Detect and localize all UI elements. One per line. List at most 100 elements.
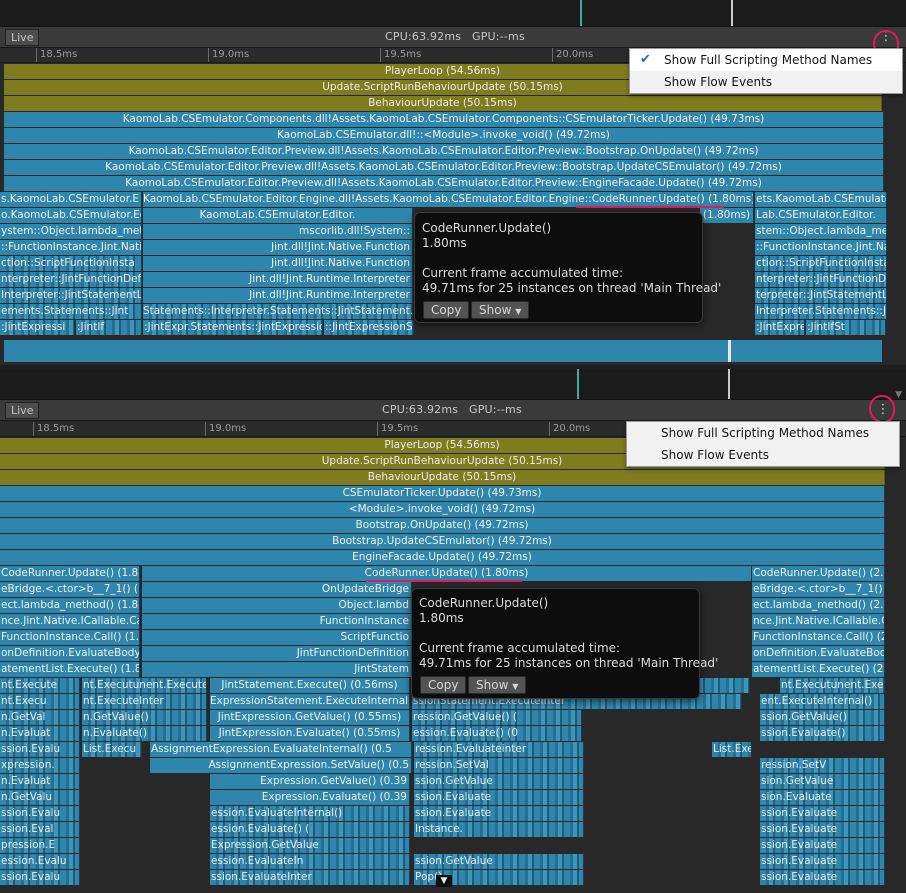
- sample-bar[interactable]: ssion.EvaluateInter: [210, 870, 410, 885]
- sample-bar[interactable]: JintExpression.Evaluate() (0.55ms): [210, 726, 410, 741]
- copy-button[interactable]: Copy: [420, 676, 467, 694]
- sample-bar[interactable]: ession.EvaluateIn: [210, 854, 410, 869]
- sample-bar[interactable]: nt.Execu: [0, 694, 80, 709]
- sample-bar[interactable]: :JintExpressi: [755, 320, 805, 335]
- sample-bar[interactable]: onDefinition.EvaluateBody(: [0, 646, 140, 661]
- sample-bar[interactable]: Jint.dll!Jint.Native.Function: [143, 240, 413, 255]
- sample-bar[interactable]: ssion.Evalu: [0, 870, 80, 885]
- sample-bar[interactable]: sion.Evaluate: [760, 790, 885, 805]
- sample-bar[interactable]: FunctionInstance.Call() (2.1: [752, 630, 885, 645]
- sample-bar[interactable]: nterpreter::JintFunctionDefinition: [0, 272, 142, 287]
- sample-bar[interactable]: Interpreter::JintStatementLi: [0, 288, 142, 303]
- sample-bar[interactable]: ements.Statements::Jint: [0, 304, 142, 319]
- sample-bar[interactable]: (1.80ms): [700, 208, 754, 223]
- sample-bar[interactable]: nce.Jint.Native.ICallable.Ca: [752, 614, 885, 629]
- sample-bar[interactable]: KaomoLab.CSEmulator.Editor.Preview.dll!A…: [4, 176, 884, 191]
- sample-bar[interactable]: AssignmentExpression.EvaluateInternal() …: [150, 742, 412, 757]
- sample-bar[interactable]: ssion.Evaluate: [414, 806, 584, 821]
- sample-bar[interactable]: n.Evaluat: [0, 774, 80, 789]
- sample-bar[interactable]: ssion.GetValue: [414, 774, 584, 789]
- sample-bar[interactable]: ction::ScriptFunctionInsta: [755, 256, 887, 271]
- sample-bar[interactable]: Instance.: [414, 822, 584, 837]
- sample-bar[interactable]: xpression.: [0, 758, 80, 773]
- sample-bar[interactable]: JintExpression.GetValue() (0.55ms): [210, 710, 410, 725]
- sample-bar[interactable]: ression.GetValue() (: [412, 710, 582, 725]
- sample-bar[interactable]: ession.Evaluate() (0: [412, 726, 582, 741]
- live-button[interactable]: Live: [5, 402, 40, 419]
- sample-bar[interactable]: eBridge.<.ctor>b__7_1() (: [752, 582, 885, 597]
- sample-bar[interactable]: Expression.GetValue() (0.39: [210, 774, 410, 789]
- sample-bar[interactable]: ets.KaomoLab.CSEmulator.E: [755, 192, 887, 207]
- sample-bar[interactable]: nt.ExecuteInter: [82, 694, 207, 709]
- sample-bar[interactable]: stem::Object.lambda_meth: [755, 224, 887, 239]
- sample-bar[interactable]: pression.E: [0, 838, 80, 853]
- frame-graph[interactable]: [0, 369, 906, 400]
- sample-bar[interactable]: n.GetValue(): [82, 710, 207, 725]
- sample-bar[interactable]: eBridge.<.ctor>b__7_1() (: [0, 582, 140, 597]
- sample-bar[interactable]: :JintExpressi: [0, 320, 75, 335]
- sample-bar[interactable]: mscorlib.dll!System::: [143, 224, 413, 239]
- sample-bar[interactable]: ssion.Evaluate(): [760, 726, 885, 741]
- sample-bar[interactable]: ssion.Evalu: [0, 806, 80, 821]
- sample-bar[interactable]: ression.SetV: [760, 758, 885, 773]
- sample-bar[interactable]: JintStatem: [142, 662, 412, 677]
- sample-bar[interactable]: KaomoLab.CSEmulator.dll!::<Module>.invok…: [4, 128, 884, 143]
- sample-bar[interactable]: sion.GetValue: [760, 774, 885, 789]
- sample-bar[interactable]: CodeRunner.Update() (1.83m: [0, 566, 140, 581]
- sample-bar[interactable]: Bootstrap.OnUpdate() (49.72ms): [0, 518, 885, 533]
- sample-bar[interactable]: ssion.Evalu: [0, 742, 80, 757]
- sample-bar[interactable]: ::JintExpressionStatement: [324, 320, 414, 335]
- live-button[interactable]: Live: [5, 29, 40, 46]
- sample-bar[interactable]: onDefinition.EvaluateBody(: [752, 646, 885, 661]
- sample-bar[interactable]: KaomoLab.CSEmulator.Editor.Preview.dll!A…: [4, 160, 884, 175]
- sample-bar[interactable]: :JintIfSt: [806, 320, 886, 335]
- scroll-down-icon[interactable]: ▼: [895, 390, 902, 400]
- frame-graph[interactable]: [0, 0, 906, 27]
- sample-bar[interactable]: ssion.Evaluate: [760, 822, 885, 837]
- sample-bar[interactable]: ression.Evaluateinter: [414, 742, 584, 757]
- sample-bar[interactable]: Jint.dll!Jint.Native.Function: [143, 256, 413, 271]
- sample-bar[interactable]: List.Execu: [82, 742, 142, 757]
- sample-bar[interactable]: ect.lambda_method() (2.16: [752, 598, 885, 613]
- sample-bar[interactable]: atementList.Execute() (2.: [752, 662, 885, 677]
- sample-bar[interactable]: ScriptFunctio: [142, 630, 412, 645]
- sample-bar[interactable]: FunctionInstance: [142, 614, 412, 629]
- sample-bar[interactable]: Statements::Interpreter.Statements::Jint…: [143, 304, 413, 319]
- sample-bar[interactable]: n.Evaluat: [0, 726, 80, 741]
- sample-bar[interactable]: terpreter::JintStatementLis: [755, 288, 887, 303]
- sample-bar[interactable]: Interpreter.Statements::JintSt: [755, 304, 887, 319]
- sample-bar[interactable]: BehaviourUpdate (50.15ms): [4, 96, 882, 111]
- sample-bar[interactable]: ssion.GetValue(): [760, 710, 885, 725]
- sample-bar[interactable]: Jint.dll!Jint.Runtime.Interpreter: [143, 272, 413, 287]
- sample-bar[interactable]: ession.EvaluateInternal(): [210, 806, 410, 821]
- sample-bar[interactable]: nce.Jint.Native.ICallable.Ca: [0, 614, 140, 629]
- sample-bar[interactable]: CodeRunner.Update() (1.80ms): [142, 566, 752, 581]
- sample-bar[interactable]: Jint.dll!Jint.Runtime.Interpreter: [143, 288, 413, 303]
- sample-bar[interactable]: Expression.GetValue: [210, 838, 410, 853]
- sample-bar[interactable]: ssion.GetValue: [414, 854, 584, 869]
- sample-bar[interactable]: ::FunctionInstance.Jint.Nati: [755, 240, 887, 255]
- sample-bar[interactable]: BehaviourUpdate (50.15ms): [0, 470, 885, 485]
- sample-bar[interactable]: Lab.CSEmulator.Editor.: [755, 208, 887, 223]
- sample-bar[interactable]: ction::ScriptFunctionInsta: [0, 256, 142, 271]
- sample-bar[interactable]: nt.Executunent.Execute(): [82, 678, 207, 693]
- sample-bar[interactable]: FunctionInstance.Call() (1.8: [0, 630, 140, 645]
- sample-bar[interactable]: nt.Execute: [0, 678, 80, 693]
- sample-bar[interactable]: OnUpdateBridge: [142, 582, 412, 597]
- sample-bar[interactable]: ssion.Eval: [0, 822, 80, 837]
- sample-bar[interactable]: nt.Executunent.Execute(): [780, 678, 885, 693]
- sample-bar[interactable]: KaomoLab.CSEmulator.Editor.Engine.dll!As…: [143, 192, 754, 207]
- sample-bar[interactable]: n.GetValu: [0, 790, 80, 805]
- sample-bar[interactable]: s.KaomoLab.CSEmulator.E: [0, 192, 142, 207]
- menu-item-full-names[interactable]: ✔ Show Full Scripting Method Names: [630, 49, 902, 71]
- sample-bar[interactable]: atementList.Execute() (1.8: [0, 662, 140, 677]
- sample-bar[interactable]: :JintIf: [76, 320, 142, 335]
- menu-item-flow-events[interactable]: Show Flow Events: [630, 71, 902, 93]
- sample-bar[interactable]: ssion.Evaluate: [760, 838, 885, 853]
- sample-bar[interactable]: ExpressionStatement.ExecuteInternal() (0…: [210, 694, 410, 709]
- sample-bar[interactable]: Expression.Evaluate() (0.39: [210, 790, 410, 805]
- sample-bar[interactable]: KaomoLab.CSEmulator.Editor.: [143, 208, 413, 223]
- sample-bar[interactable]: CSEmulatorTicker.Update() (49.73ms): [0, 486, 885, 501]
- sample-bar[interactable]: JintFunctionDefinition: [142, 646, 412, 661]
- sample-bar[interactable]: <Module>.invoke_void() (49.72ms): [0, 502, 885, 517]
